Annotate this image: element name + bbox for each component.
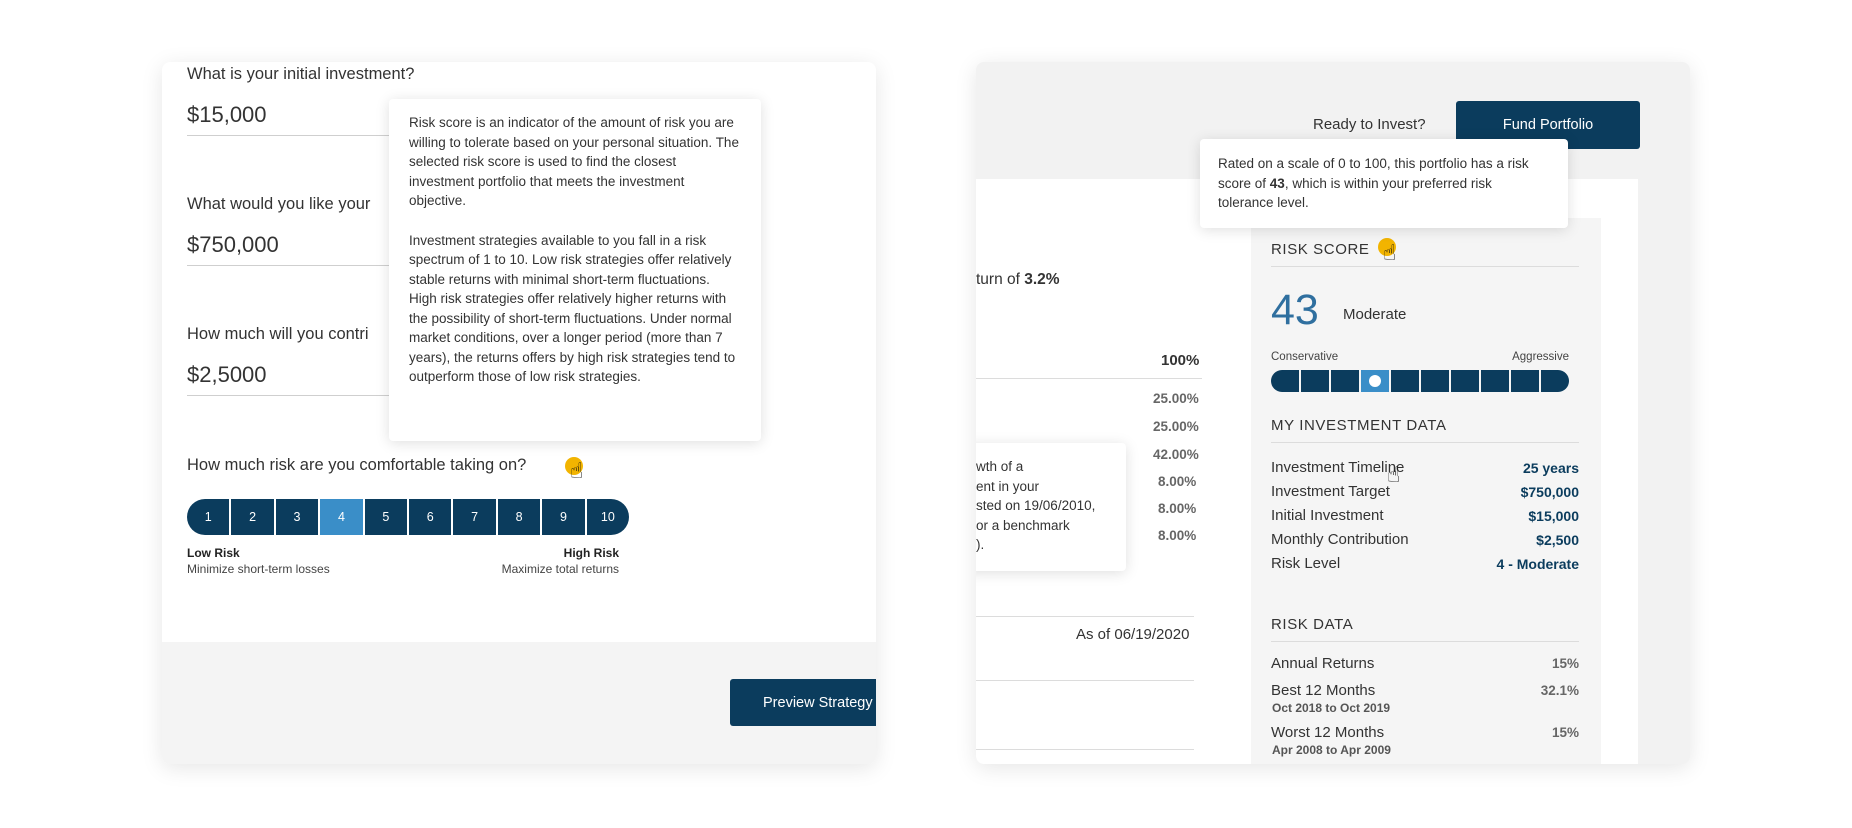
risk-data-title: RISK DATA — [1271, 616, 1354, 633]
ready-to-invest-text: Ready to Invest? — [1313, 116, 1426, 133]
risk-meter-segment — [1331, 370, 1361, 392]
risk-level-option[interactable]: 6 — [409, 499, 454, 535]
tooltip-paragraph: Risk score is an indicator of the amount… — [409, 115, 739, 208]
as-of-date: As of 06/19/2020 — [1076, 626, 1190, 643]
contribution-label: How much will you contri — [187, 325, 369, 343]
data-value: $750,000 — [1520, 484, 1579, 500]
tooltip-line: ). — [976, 537, 985, 552]
divider — [976, 749, 1194, 750]
low-risk-title: Low Risk — [187, 546, 240, 560]
allocation-percent: 42.00% — [1153, 447, 1199, 462]
tooltip-line: sted on 19/06/2010, — [976, 498, 1096, 513]
total-allocation: 100% — [1161, 352, 1200, 369]
risk-score-panel: RISK SCORE ☝ 43 Moderate Conservative Ag… — [1251, 218, 1601, 764]
data-label: Investment Target — [1271, 483, 1390, 500]
risk-meter-segment — [1451, 370, 1481, 392]
tooltip-line: or a benchmark — [976, 517, 1070, 533]
risk-level-option[interactable]: 10 — [586, 499, 629, 535]
divider — [1271, 266, 1579, 267]
hand-cursor-icon: ☝ — [1387, 462, 1401, 487]
risk-level-option[interactable]: 8 — [497, 499, 543, 535]
risk-score-tooltip: Rated on a scale of 0 to 100, this portf… — [1200, 139, 1568, 228]
risk-meter-segment — [1511, 370, 1541, 392]
risk-score-meter — [1271, 370, 1569, 392]
initial-investment-label: What is your initial investment? — [187, 65, 415, 83]
risk-level-option[interactable]: 7 — [453, 499, 498, 535]
risk-score-tooltip: Risk score is an indicator of the amount… — [389, 99, 761, 441]
target-label: What would you like your — [187, 195, 371, 213]
allocation-percent: 8.00% — [1158, 501, 1197, 516]
annual-returns-label: Annual Returns — [1271, 655, 1375, 672]
best-12-months-value: 32.1% — [1540, 683, 1579, 698]
risk-level-option[interactable]: 1 — [187, 499, 232, 535]
risk-score-label: Moderate — [1343, 306, 1407, 323]
allocation-percent: 8.00% — [1158, 528, 1197, 543]
worst-12-months-label: Worst 12 Months — [1271, 724, 1385, 741]
risk-meter-segment — [1421, 370, 1451, 392]
card-footer: Preview Strategy — [162, 642, 876, 764]
risk-level-option[interactable]: 9 — [542, 499, 587, 535]
divider — [1271, 442, 1579, 443]
data-label: Initial Investment — [1271, 507, 1384, 524]
best-12-months-label: Best 12 Months — [1271, 682, 1376, 699]
target-input[interactable]: $750,000 — [187, 232, 279, 258]
worst-12-months-range: Apr 2008 to Apr 2009 — [1272, 743, 1391, 757]
risk-meter-segment — [1271, 370, 1301, 392]
risk-meter-segment — [1301, 370, 1331, 392]
high-risk-subtitle: Maximize total returns — [501, 562, 619, 576]
risk-meter-segment — [1391, 370, 1421, 392]
data-label: Investment Timeline — [1271, 459, 1405, 476]
data-value: 25 years — [1522, 460, 1579, 476]
preview-strategy-button[interactable]: Preview Strategy — [730, 679, 876, 726]
divider — [976, 680, 1194, 681]
tooltip-score: 43 — [1269, 175, 1285, 191]
divider — [976, 616, 1194, 617]
hand-cursor-icon: ☝ — [570, 458, 584, 483]
risk-score-title: RISK SCORE — [1271, 241, 1370, 258]
data-label: Risk Level — [1271, 555, 1341, 572]
risk-meter-segment — [1541, 370, 1569, 392]
tooltip-paragraph: Investment strategies available to you f… — [409, 232, 736, 385]
hand-cursor-icon: ☝ — [1383, 240, 1397, 265]
allocation-percent: 25.00% — [1153, 391, 1199, 406]
annual-returns-value: 15% — [1551, 656, 1579, 671]
initial-investment-input[interactable]: $15,000 — [187, 102, 267, 128]
risk-level-option[interactable]: 4 — [320, 499, 365, 535]
data-value: 4 - Moderate — [1496, 556, 1579, 572]
conservative-label: Conservative — [1271, 351, 1339, 363]
tooltip-line: ent in your — [976, 478, 1040, 494]
divider — [1271, 641, 1579, 642]
growth-tooltip: wth of a ent in your sted on 19/06/2010,… — [976, 443, 1126, 571]
risk-meter-segment — [1361, 370, 1391, 392]
aggressive-label: Aggressive — [1512, 351, 1569, 363]
portfolio-summary-card: Ready to Invest? Fund Portfolio turn of … — [976, 62, 1690, 764]
allocation-percent: 25.00% — [1153, 419, 1199, 434]
risk-level-option[interactable]: 2 — [231, 499, 276, 535]
risk-level-selector[interactable]: 1 2 3 4 5 6 7 8 9 10 — [187, 499, 629, 535]
risk-score-value: 43 — [1271, 286, 1319, 334]
best-12-months-range: Oct 2018 to Oct 2019 — [1272, 701, 1391, 715]
risk-question: How much risk are you comfortable taking… — [187, 456, 527, 474]
high-risk-title: High Risk — [563, 546, 619, 560]
my-investment-data-title: MY INVESTMENT DATA — [1271, 417, 1447, 434]
allocation-percent: 8.00% — [1158, 474, 1197, 489]
data-label: Monthly Contribution — [1271, 531, 1409, 548]
tooltip-line: wth of a — [976, 459, 1024, 474]
risk-questionnaire-card: What is your initial investment? $15,000… — [162, 62, 876, 764]
worst-12-months-value: 15% — [1551, 725, 1579, 740]
risk-level-option[interactable]: 5 — [364, 499, 410, 535]
risk-meter-segment — [1481, 370, 1511, 392]
risk-level-option[interactable]: 3 — [275, 499, 321, 535]
low-risk-subtitle: Minimize short-term losses — [187, 562, 330, 576]
contribution-input[interactable]: $2,5000 — [187, 362, 267, 388]
data-value: $2,500 — [1536, 532, 1579, 548]
return-text: turn of 3.2% — [976, 271, 1060, 288]
data-value: $15,000 — [1528, 508, 1579, 524]
divider — [976, 378, 1202, 379]
